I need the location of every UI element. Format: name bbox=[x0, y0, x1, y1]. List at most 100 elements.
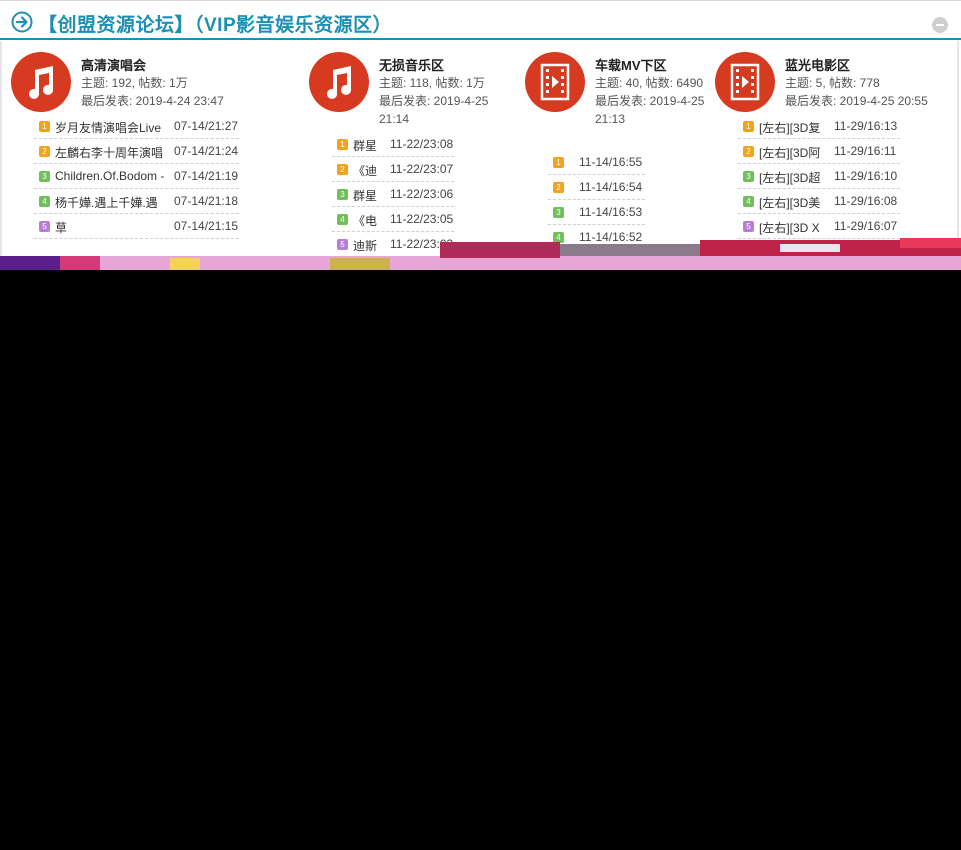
thread-time: 11-14/16:53 bbox=[579, 205, 643, 219]
forum-stats: 主题: 118, 帖数: 1万 最后发表: 2019-4-25 21:14 bbox=[379, 74, 497, 128]
thread-time: 11-14/16:55 bbox=[579, 155, 643, 169]
thread-row[interactable]: 4 [左右][3D美 11-29/16:08 bbox=[738, 189, 900, 214]
panel-border-right bbox=[957, 41, 959, 256]
thread-list: 1 11-14/16:55 2 11-14/16:54 3 11-14/16:53 4… bbox=[548, 150, 645, 250]
rank-badge: 1 bbox=[39, 121, 50, 132]
category-header: 【创盟资源论坛】（VIP影音娱乐资源区） bbox=[0, 0, 961, 40]
forum-topics: 主题: 192, 帖数: 1万 bbox=[81, 76, 188, 90]
thread-time: 07-14/21:27 bbox=[174, 119, 239, 133]
collapse-icon[interactable] bbox=[932, 17, 948, 33]
thread-row[interactable]: 3 群星 11-22/23:06 bbox=[332, 182, 454, 207]
glitch-strip bbox=[330, 258, 390, 270]
video-film-icon[interactable] bbox=[525, 52, 585, 112]
thread-row[interactable]: 2 《迪 11-22/23:07 bbox=[332, 157, 454, 182]
rank-badge: 5 bbox=[743, 221, 754, 232]
thread-time: 11-22/23:07 bbox=[390, 162, 454, 176]
thread-time: 07-14/21:19 bbox=[174, 169, 239, 183]
thread-title[interactable]: [左右][3D X bbox=[759, 219, 829, 236]
thread-list: 1 [左右][3D复 11-29/16:13 2 [左右][3D阿 11-29/16:1… bbox=[738, 114, 900, 239]
forum-last-post[interactable]: 最后发表: 2019-4-25 21:14 bbox=[379, 92, 497, 128]
thread-time: 07-14/21:24 bbox=[174, 144, 239, 158]
thread-row[interactable]: 3 [左右][3D超 11-29/16:10 bbox=[738, 164, 900, 189]
thread-row[interactable]: 3 Children.Of.Bodom - 07-14/21:19 bbox=[34, 164, 239, 189]
thread-row[interactable]: 5 草 07-14/21:15 bbox=[34, 214, 239, 239]
thread-row[interactable]: 2 左麟右李十周年演唱 07-14/21:24 bbox=[34, 139, 239, 164]
thread-title[interactable]: 群星 bbox=[353, 137, 385, 154]
thread-row[interactable]: 2 11-14/16:54 bbox=[548, 175, 645, 200]
thread-row[interactable]: 1 群星 11-22/23:08 bbox=[332, 132, 454, 157]
thread-title[interactable]: 杨千嬅.遇上千嬅.遇 bbox=[55, 194, 169, 211]
thread-time: 07-14/21:15 bbox=[174, 219, 239, 233]
rank-badge: 3 bbox=[553, 207, 564, 218]
forum-name[interactable]: 高清演唱会 bbox=[81, 55, 146, 74]
forum-topics: 主题: 118, 帖数: 1万 bbox=[379, 76, 485, 90]
thread-row[interactable]: 2 [左右][3D阿 11-29/16:11 bbox=[738, 139, 900, 164]
thread-row[interactable]: 5 [左右][3D X 11-29/16:07 bbox=[738, 214, 900, 239]
thread-title[interactable]: 《电 bbox=[353, 212, 385, 229]
rank-badge: 4 bbox=[39, 196, 50, 207]
glitch-strip bbox=[440, 242, 560, 258]
thread-title[interactable]: 群星 bbox=[353, 187, 385, 204]
forum-name[interactable]: 蓝光电影区 bbox=[785, 55, 850, 74]
arrow-right-circle-icon[interactable] bbox=[11, 11, 33, 33]
rank-badge: 2 bbox=[39, 146, 50, 157]
rank-badge: 1 bbox=[743, 121, 754, 132]
thread-title[interactable]: [左右][3D美 bbox=[759, 194, 829, 211]
glitch-strip bbox=[0, 256, 961, 270]
thread-title[interactable]: 左麟右李十周年演唱 bbox=[55, 144, 169, 161]
forum-topics: 主题: 5, 帖数: 778 bbox=[785, 76, 880, 90]
glitch-strip bbox=[170, 258, 200, 270]
forum-name[interactable]: 车载MV下区 bbox=[595, 55, 667, 74]
forum-last-post[interactable]: 最后发表: 2019-4-24 23:47 bbox=[81, 92, 241, 110]
forum-stats: 主题: 192, 帖数: 1万 最后发表: 2019-4-24 23:47 bbox=[81, 74, 241, 110]
thread-title[interactable]: Children.Of.Bodom - bbox=[55, 169, 169, 183]
rank-badge: 5 bbox=[39, 221, 50, 232]
thread-row[interactable]: 4 杨千嬅.遇上千嬅.遇 07-14/21:18 bbox=[34, 189, 239, 214]
rank-badge: 1 bbox=[337, 139, 348, 150]
rank-badge: 3 bbox=[337, 189, 348, 200]
rank-badge: 2 bbox=[553, 182, 564, 193]
thread-row[interactable]: 4 《电 11-22/23:05 bbox=[332, 207, 454, 232]
rank-badge: 3 bbox=[743, 171, 754, 182]
glitch-strip bbox=[780, 244, 840, 252]
thread-time: 11-29/16:07 bbox=[834, 219, 898, 233]
thread-time: 11-22/23:06 bbox=[390, 187, 454, 201]
forum-last-post[interactable]: 最后发表: 2019-4-25 21:13 bbox=[595, 92, 713, 128]
glitch-strip bbox=[900, 238, 961, 248]
thread-time: 11-22/23:08 bbox=[390, 137, 454, 151]
rank-badge: 3 bbox=[39, 171, 50, 182]
thread-title[interactable]: 草 bbox=[55, 219, 169, 236]
forum-stats: 主题: 40, 帖数: 6490 最后发表: 2019-4-25 21:13 bbox=[595, 74, 713, 128]
thread-time: 11-22/23:05 bbox=[390, 212, 454, 226]
rank-badge: 2 bbox=[743, 146, 754, 157]
render-glitch-band bbox=[0, 238, 961, 270]
forum-topics: 主题: 40, 帖数: 6490 bbox=[595, 76, 704, 90]
rank-badge: 2 bbox=[337, 164, 348, 175]
thread-time: 11-14/16:54 bbox=[579, 180, 643, 194]
glitch-strip bbox=[60, 256, 100, 270]
glitch-strip bbox=[0, 256, 60, 270]
thread-row[interactable]: 1 [左右][3D复 11-29/16:13 bbox=[738, 114, 900, 139]
forum-category-panel: 【创盟资源论坛】（VIP影音娱乐资源区） 高清演唱会 主题: 192, 帖数: … bbox=[0, 0, 961, 256]
forum-stats: 主题: 5, 帖数: 778 最后发表: 2019-4-25 20:55 bbox=[785, 74, 945, 110]
music-note-icon[interactable] bbox=[11, 52, 71, 112]
panel-border-left bbox=[0, 41, 2, 256]
thread-title[interactable]: 岁月友情演唱会Live bbox=[55, 119, 169, 136]
glitch-strip bbox=[560, 244, 700, 256]
music-note-icon[interactable] bbox=[309, 52, 369, 112]
category-title[interactable]: 【创盟资源论坛】（VIP影音娱乐资源区） bbox=[38, 10, 392, 37]
thread-row[interactable]: 3 11-14/16:53 bbox=[548, 200, 645, 225]
thread-title[interactable]: [左右][3D超 bbox=[759, 169, 829, 186]
thread-title[interactable]: [左右][3D复 bbox=[759, 119, 829, 136]
rank-badge: 4 bbox=[743, 196, 754, 207]
rank-badge: 1 bbox=[553, 157, 564, 168]
video-film-icon[interactable] bbox=[715, 52, 775, 112]
thread-time: 11-29/16:13 bbox=[834, 119, 898, 133]
thread-title[interactable]: [左右][3D阿 bbox=[759, 144, 829, 161]
thread-row[interactable]: 1 岁月友情演唱会Live 07-14/21:27 bbox=[34, 114, 239, 139]
forum-name[interactable]: 无损音乐区 bbox=[379, 55, 444, 74]
thread-list: 1 岁月友情演唱会Live 07-14/21:27 2 左麟右李十周年演唱 07-14/… bbox=[34, 114, 239, 239]
forum-last-post[interactable]: 最后发表: 2019-4-25 20:55 bbox=[785, 92, 945, 110]
thread-row[interactable]: 1 11-14/16:55 bbox=[548, 150, 645, 175]
thread-title[interactable]: 《迪 bbox=[353, 162, 385, 179]
